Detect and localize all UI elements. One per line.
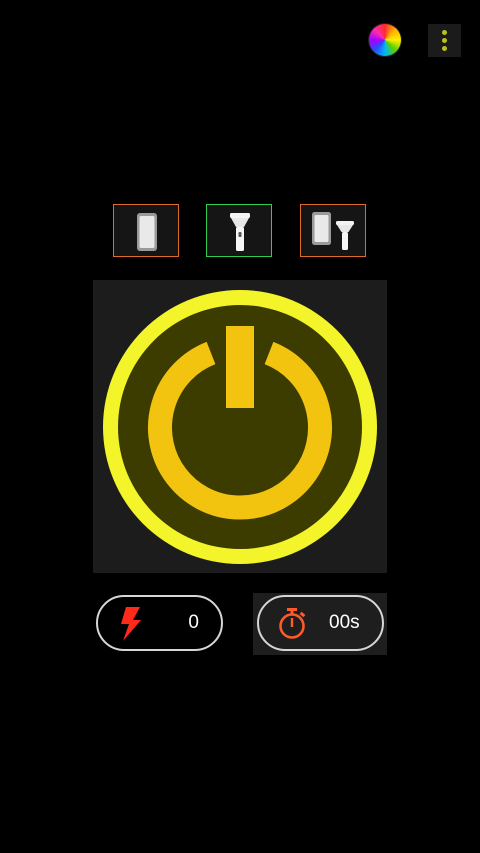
flash-counter: 0 [96, 595, 223, 651]
phone-screen-icon [137, 213, 157, 251]
mode-screen-button[interactable] [113, 204, 179, 257]
flashlight-icon [230, 213, 250, 251]
mode-flashlight-button[interactable] [206, 204, 272, 257]
power-panel [93, 280, 387, 573]
power-button[interactable] [93, 280, 387, 573]
mode-screen-flashlight-button[interactable] [300, 204, 366, 257]
color-wheel-icon[interactable] [369, 24, 401, 56]
timer-button[interactable]: 00s [257, 595, 384, 651]
stopwatch-icon [279, 608, 306, 639]
menu-dot [442, 30, 447, 35]
lightning-icon [121, 607, 141, 641]
menu-dot [442, 38, 447, 43]
flash-count: 0 [188, 612, 199, 633]
menu-dot [442, 46, 447, 51]
phone-and-flashlight-icon [312, 212, 354, 250]
timer-value: 00s [329, 612, 360, 633]
more-options-button[interactable] [428, 24, 461, 57]
